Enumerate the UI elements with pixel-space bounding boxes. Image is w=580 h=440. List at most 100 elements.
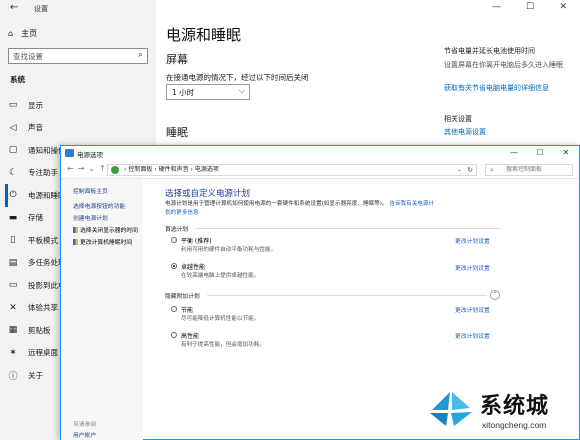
chevron-up-icon[interactable]: ⌃ [490, 290, 500, 300]
control-panel-icon [111, 166, 119, 174]
preferred-plans-label: 首选计划 [165, 227, 189, 233]
screen-timeout-value: 1 小时 [172, 88, 195, 97]
radio-high-performance[interactable] [171, 332, 177, 338]
chevron-down-icon: ⌵ [238, 86, 245, 95]
chevron-down-icon[interactable]: ⌄ [457, 165, 462, 175]
sidebar-item-label: 平板模式 [28, 235, 58, 245]
share-icon: ✕ [9, 302, 17, 313]
info-icon: ⓘ [8, 371, 18, 382]
moon-icon: ☾ [8, 167, 18, 178]
power-options-titlebar: 电源选项 — ☐ ✕ [61, 146, 579, 161]
battery-tip-text: 设置屏幕在你离开电脑后多久进入睡眠 [444, 61, 563, 69]
display-off-link[interactable]: 选择关闭显示器的时间 [73, 225, 138, 234]
storage-icon: ▬ [8, 212, 18, 223]
breadcrumb-item[interactable]: 电源选项 [195, 166, 219, 173]
screen-timeout-dropdown[interactable]: 1 小时 ⌵ [166, 84, 250, 100]
sidebar-item-label: 专注助手 [28, 168, 58, 178]
settings-app-title: 设置 [34, 5, 48, 13]
plan-description: 电源计划是用于管理计算机如何使用电源的一套硬件和系统设置(如显示器亮度、睡眠等)… [165, 200, 437, 217]
plan-heading: 选择或自定义电源计划 [165, 189, 251, 199]
plan-desc: 尽可能降低计算机性能以节能。 [181, 316, 260, 322]
watermark: 系统城 xitongcheng.com [424, 386, 580, 440]
sleep-time-label: 更改计算机睡眠时间 [80, 240, 133, 246]
power-icon: ⏻ [9, 190, 17, 201]
settings-titlebar: ← 设置 — ☐ ✕ [0, 0, 580, 18]
additional-power-settings-link[interactable]: 其他电源设置 [444, 127, 486, 137]
radio-power-saver[interactable] [171, 306, 177, 312]
watermark-brand: 系统城 [480, 394, 550, 419]
plan-desc: 利用可用的硬件自动平衡功耗与性能。 [181, 247, 277, 253]
refresh-icon[interactable]: ↻ [467, 165, 473, 175]
plan-name: 节能 [181, 307, 194, 314]
sidebar-item-label: 剪贴板 [28, 325, 51, 335]
watermark-url: xitongcheng.com [482, 420, 547, 430]
plan-desc: 在较高端电脑上提供卓越性能。 [181, 273, 260, 279]
back-arrow-icon[interactable]: ← [10, 2, 18, 13]
search-icon[interactable]: ⌕ [138, 50, 143, 60]
maximize-icon[interactable]: ☐ [513, 0, 546, 18]
clipboard-icon: ▦ [8, 325, 18, 336]
nav-arrows-icon[interactable]: ←→⌄↑ [67, 164, 110, 173]
related-settings-heading: 相关设置 [444, 115, 472, 123]
page-title: 电源和睡眠 [166, 26, 242, 44]
settings-search-input[interactable]: 查找设置 ⌕ [8, 48, 148, 64]
remote-icon: ✶ [9, 347, 17, 358]
project-icon: ▭ [8, 280, 18, 291]
sidebar-item[interactable]: ◁ 声音 [8, 117, 154, 140]
close-icon[interactable]: ✕ [547, 0, 580, 18]
close-icon[interactable]: ✕ [553, 146, 579, 161]
sleep-heading: 睡眠 [166, 126, 188, 139]
search-placeholder: 查找设置 [13, 52, 43, 61]
minimize-icon[interactable]: — [480, 0, 513, 18]
cp-home-link[interactable]: 控制面板主页 [73, 186, 108, 195]
home-label: 主页 [21, 29, 38, 38]
divider [195, 228, 501, 229]
change-plan-settings-link[interactable]: 更改计划设置 [455, 331, 490, 340]
sidebar-item-label: 存储 [28, 213, 43, 223]
divider [207, 295, 487, 296]
hidden-plans-label: 隐藏附加计划 [165, 294, 200, 300]
sleep-time-link[interactable]: 更改计算机睡眠时间 [73, 237, 132, 246]
change-plan-settings-link[interactable]: 更改计划设置 [455, 263, 490, 272]
shield-icon [73, 239, 78, 245]
power-saving-info-link[interactable]: 获取有关节省电脑电量的详细信息 [444, 83, 576, 93]
minimize-icon[interactable]: — [501, 146, 527, 161]
notification-icon: ▢ [8, 145, 18, 156]
power-options-title: 电源选项 [77, 151, 103, 159]
screen-timeout-label: 在接通电源的情况下，经过以下时间后关闭 [166, 73, 309, 82]
home-icon: ⌂ [8, 29, 14, 38]
multitask-icon: ▤ [8, 257, 18, 268]
user-accounts-link[interactable]: 用户帐户 [73, 430, 96, 439]
sidebar-item-label: 体验共享 [28, 303, 58, 313]
power-button-link[interactable]: 选择电源按钮的功能 [73, 201, 125, 210]
cp-window-buttons: — ☐ ✕ [501, 146, 579, 161]
home-link[interactable]: ⌂ 主页 [8, 28, 37, 39]
radio-balanced[interactable] [171, 237, 177, 243]
maximize-icon[interactable]: ☐ [527, 146, 553, 161]
breadcrumb[interactable]: › 控制面板 › 硬件和声音 › 电源选项 ⌄ ↻ [107, 164, 477, 176]
search-icon: ⌕ [490, 166, 494, 174]
sidebar-item[interactable]: ▭ 显示 [8, 94, 154, 117]
system-section-label: 系统 [10, 75, 25, 84]
sidebar-item-label: 显示 [28, 100, 43, 110]
screen-heading: 屏幕 [166, 53, 188, 66]
xitongcheng-logo-icon [430, 392, 472, 426]
plan-name: 平衡 (推荐) [181, 238, 212, 245]
plan-name: 卓越性能 [181, 264, 206, 271]
create-plan-link[interactable]: 创建电源计划 [73, 213, 108, 222]
sidebar-item-label: 关于 [28, 370, 43, 380]
display-off-label: 选择关闭显示器的时间 [80, 228, 138, 234]
settings-window-buttons: — ☐ ✕ [480, 0, 580, 18]
shield-icon [73, 227, 78, 233]
radio-ultimate[interactable] [171, 263, 177, 269]
breadcrumb-item[interactable]: 硬件和声音 [159, 166, 189, 173]
sidebar-item-label: 声音 [28, 123, 43, 133]
see-also-label: 另请参阅 [73, 422, 97, 428]
breadcrumb-item[interactable]: 控制面板 [128, 166, 152, 173]
cp-search-placeholder: 搜索控制面板 [506, 166, 543, 173]
change-plan-settings-link[interactable]: 更改计划设置 [455, 305, 490, 314]
plan-name: 高性能 [181, 333, 200, 340]
cp-search-input[interactable]: ⌕ 搜索控制面板 [485, 164, 573, 176]
change-plan-settings-link[interactable]: 更改计划设置 [455, 236, 490, 245]
monitor-icon: ▭ [8, 100, 18, 111]
